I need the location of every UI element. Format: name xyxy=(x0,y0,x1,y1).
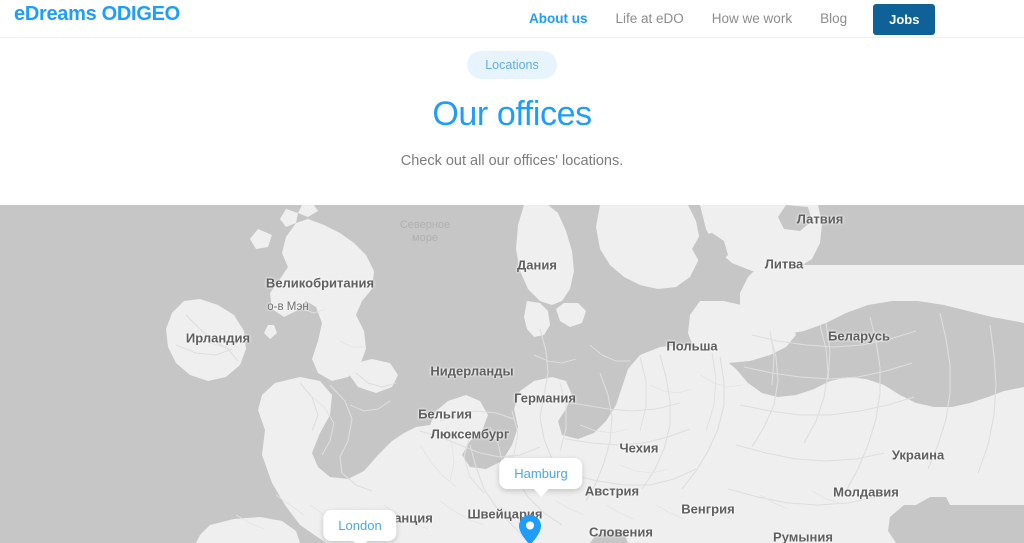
nav-item-how-we-work[interactable]: How we work xyxy=(698,0,806,38)
locations-badge[interactable]: Locations xyxy=(467,51,557,79)
page-subtitle: Check out all our offices' locations. xyxy=(400,153,624,169)
main-navigation: About us Life at eDO How we work Blog Jo… xyxy=(515,0,936,38)
jobs-button[interactable]: Jobs xyxy=(873,3,936,35)
hero-section: Locations Our offices Check out all our … xyxy=(0,39,1024,205)
map-pin-icon xyxy=(519,515,541,543)
site-header: eDreams ODIGEO About us Life at eDO How … xyxy=(0,0,1024,38)
brand-logo[interactable]: eDreams ODIGEO xyxy=(14,3,180,26)
nav-item-about-us[interactable]: About us xyxy=(515,0,602,38)
nav-item-blog[interactable]: Blog xyxy=(806,0,861,38)
nav-item-life-at-edo[interactable]: Life at eDO xyxy=(602,0,698,38)
office-tooltip-london[interactable]: London xyxy=(323,510,397,543)
map-geometry: .land { fill:#efefef; } .road { fill:non… xyxy=(166,205,1024,543)
page-title: Our offices xyxy=(432,95,592,133)
office-tooltip-hamburg[interactable]: Hamburg xyxy=(499,458,583,497)
offices-map[interactable]: .land { fill:#efefef; } .road { fill:non… xyxy=(0,205,1024,543)
